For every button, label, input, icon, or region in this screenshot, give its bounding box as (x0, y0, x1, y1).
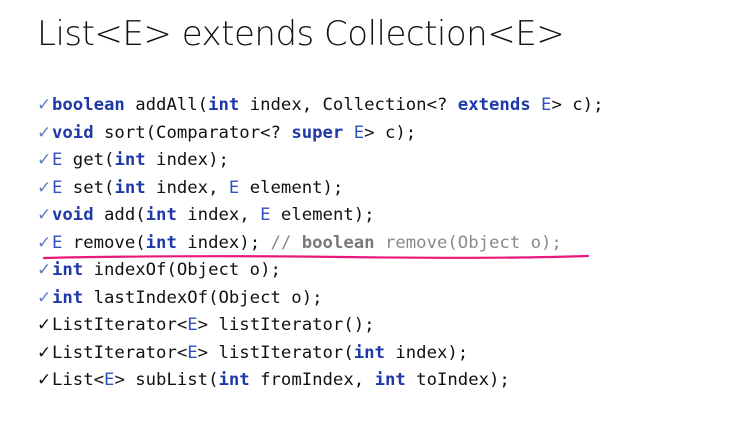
code-text: index, Collection<? (239, 95, 458, 115)
method-list: ✓boolean addAll(int index, Collection<? … (37, 92, 603, 395)
code-text: > listIterator(); (197, 315, 375, 335)
checkmark-icon: ✓ (37, 122, 52, 143)
code-text: lastIndexOf(Object o); (83, 287, 323, 308)
code-text: get( (62, 150, 115, 170)
checkmark-icon: ✓ (37, 287, 52, 308)
code-text: index); (176, 232, 271, 253)
code-keyword: int (52, 287, 84, 308)
checkmark-icon: ✓ (37, 177, 52, 198)
code-text: ListIterator< (52, 342, 188, 363)
code-type-param: E (52, 177, 63, 198)
code-text: fromIndex, (249, 370, 375, 390)
code-text: List< (52, 370, 105, 390)
code-keyword: extends (457, 95, 531, 115)
code-text: > subList( (114, 370, 219, 390)
checkmark-icon: ✓ (37, 315, 52, 335)
code-text: add( (93, 205, 146, 225)
code-type-param: E (228, 177, 240, 198)
code-keyword: int (145, 205, 177, 225)
code-keyword: int (208, 95, 240, 115)
code-text: toIndex); (405, 370, 510, 390)
code-text: index, (176, 205, 261, 225)
code-keyword: super (291, 122, 344, 143)
code-text: element); (270, 205, 375, 225)
code-keyword: int (353, 342, 385, 363)
code-keyword: int (374, 370, 406, 390)
code-text: index, (145, 177, 229, 198)
code-text: addAll( (124, 95, 209, 115)
method-line: ✓void sort(Comparator<? super E> c); (37, 120, 603, 148)
code-text: index); (145, 150, 229, 170)
method-line: ✓E get(int index); (37, 147, 603, 175)
checkmark-icon: ✓ (37, 260, 52, 280)
code-text: > c); (364, 122, 417, 143)
method-line: ✓void add(int index, E element); (37, 202, 603, 230)
code-text: > c); (551, 95, 604, 115)
slide: List<E> extends Collection<E> ✓boolean a… (0, 0, 740, 430)
method-line: ✓int lastIndexOf(Object o); (37, 285, 603, 313)
code-keyword: int (114, 177, 146, 198)
code-text: index); (384, 342, 469, 363)
method-line: ✓E set(int index, E element); (37, 175, 603, 203)
slide-title: List<E> extends Collection<E> (37, 14, 565, 54)
code-type-param: E (353, 122, 365, 143)
method-line: ✓ListIterator<E> listIterator(); (37, 312, 603, 340)
code-text: sort(Comparator<? (93, 122, 292, 143)
method-line: ✓List<E> subList(int fromIndex, int toIn… (37, 367, 603, 395)
code-keyword: int (52, 260, 84, 280)
code-text: ListIterator< (52, 315, 188, 335)
code-keyword: boolean (52, 95, 125, 115)
code-type-param: E (52, 232, 63, 253)
code-type-param: E (541, 95, 552, 115)
code-text: set( (62, 177, 115, 198)
code-type-param: E (52, 150, 63, 170)
method-line: ✓boolean addAll(int index, Collection<? … (37, 92, 603, 120)
code-type-param: E (187, 315, 198, 335)
code-type-param: E (260, 205, 271, 225)
code-keyword: void (52, 205, 94, 225)
remove-highlight-underline (42, 254, 590, 260)
code-comment: // (270, 232, 302, 253)
method-line: ✓ListIterator<E> listIterator(int index)… (37, 340, 603, 368)
code-type-param: E (104, 370, 115, 390)
checkmark-icon: ✓ (37, 342, 52, 363)
code-keyword: int (218, 370, 250, 390)
code-keyword: void (52, 122, 94, 143)
code-text: element); (239, 177, 344, 198)
checkmark-icon: ✓ (37, 150, 52, 170)
code-comment: remove(Object o); (374, 232, 562, 253)
code-keyword: int (145, 232, 177, 253)
code-keyword: int (114, 150, 146, 170)
method-line: ✓int indexOf(Object o); (37, 257, 603, 285)
code-text: > listIterator( (197, 342, 354, 363)
code-text: indexOf(Object o); (83, 260, 281, 280)
code-text: remove( (62, 232, 146, 253)
checkmark-icon: ✓ (37, 205, 52, 225)
code-comment-keyword: boolean (301, 232, 375, 253)
code-type-param: E (187, 342, 198, 363)
checkmark-icon: ✓ (37, 95, 52, 115)
checkmark-icon: ✓ (37, 370, 52, 390)
